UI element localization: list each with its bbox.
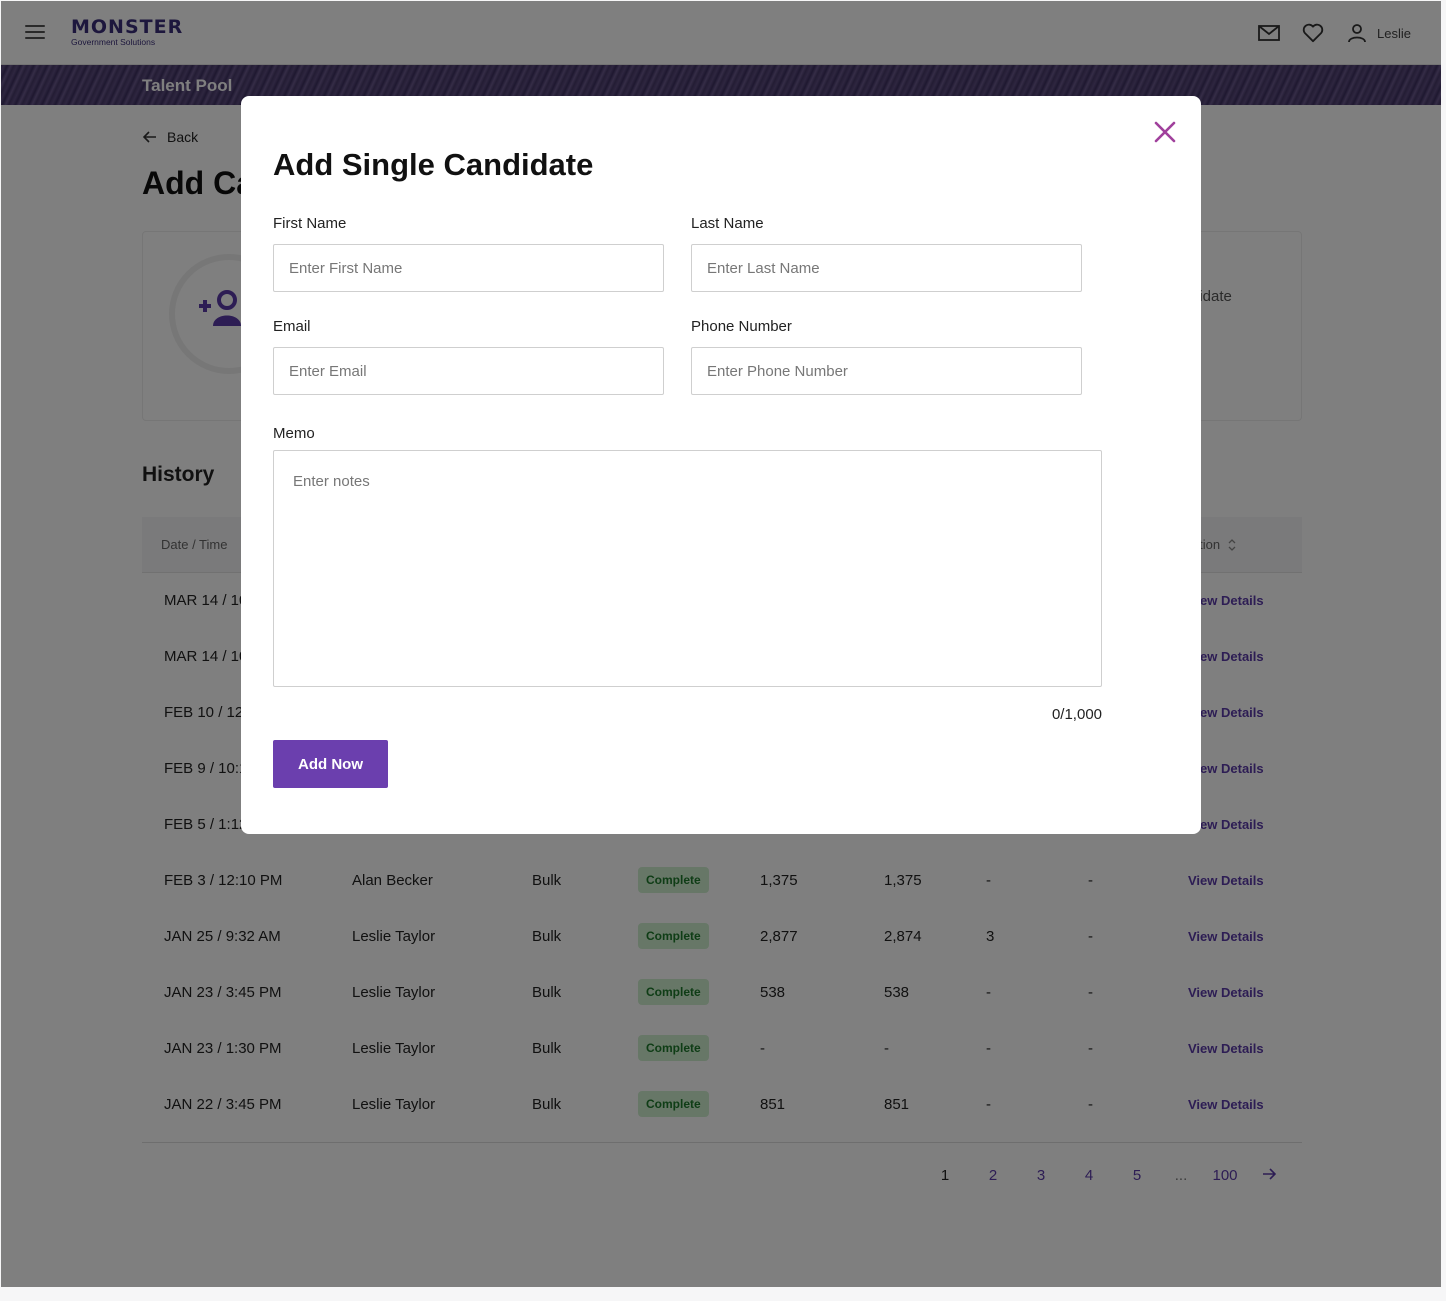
last-name-input[interactable]	[691, 244, 1082, 292]
phone-number-input[interactable]	[691, 347, 1082, 395]
email-label: Email	[273, 318, 311, 335]
memo-label: Memo	[273, 425, 315, 442]
memo-character-counter: 0/1,000	[1051, 706, 1102, 723]
phone-number-label: Phone Number	[691, 318, 792, 335]
first-name-input[interactable]	[273, 244, 664, 292]
last-name-label: Last Name	[691, 215, 764, 232]
memo-textarea[interactable]	[273, 450, 1102, 687]
email-input[interactable]	[273, 347, 664, 395]
close-button[interactable]	[1151, 118, 1179, 146]
modal-title: Add Single Candidate	[273, 147, 594, 182]
add-single-candidate-modal: Add Single Candidate First Name Last Nam…	[241, 96, 1201, 834]
add-now-button[interactable]: Add Now	[273, 740, 388, 788]
first-name-label: First Name	[273, 215, 347, 232]
close-icon	[1154, 121, 1176, 143]
